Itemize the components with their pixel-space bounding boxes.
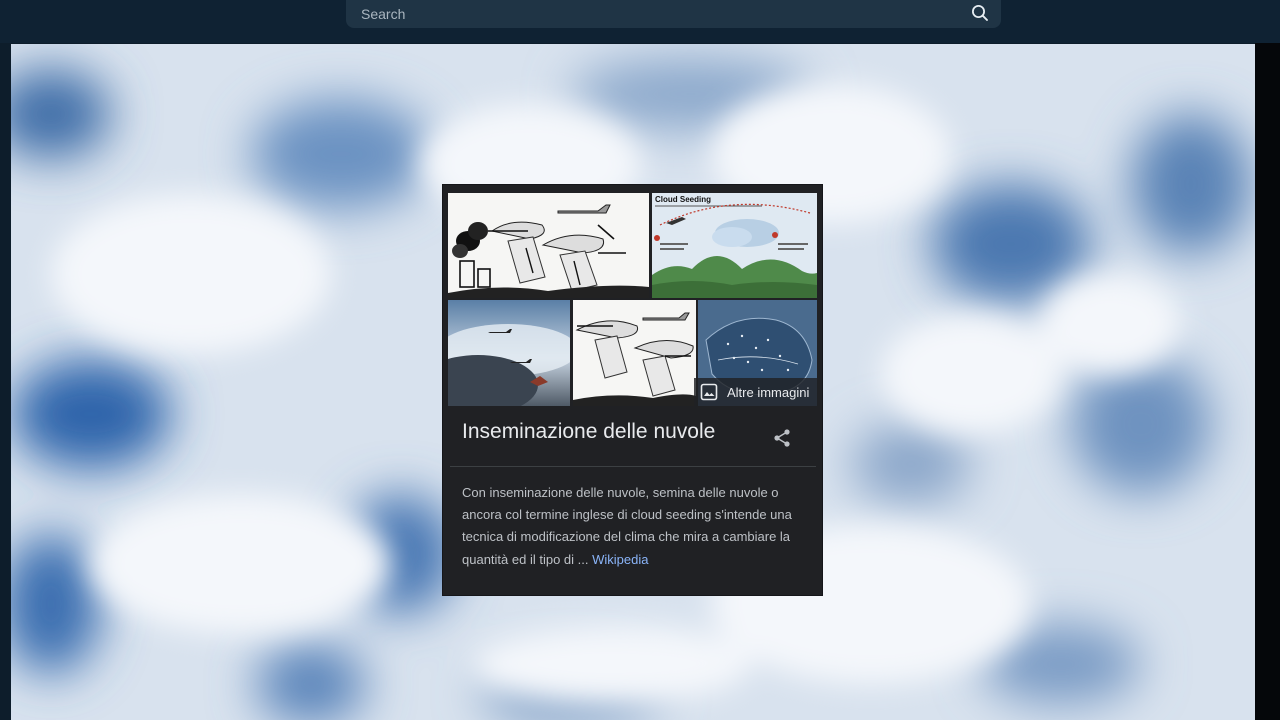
card-title: Inseminazione delle nuvole (462, 420, 716, 443)
card-divider (450, 466, 816, 467)
thumbnail-cloud-seeding-infographic[interactable]: Cloud Seeding (652, 193, 817, 298)
card-description-block: Con inseminazione delle nuvole, semina d… (462, 482, 802, 571)
search-input[interactable] (359, 5, 967, 23)
search-bar[interactable] (346, 0, 1001, 28)
more-images-label: Altre immagini (727, 384, 810, 400)
thumbnail-storm-cloud-airplane[interactable] (448, 300, 570, 406)
wikipedia-link[interactable]: Wikipedia (592, 552, 648, 567)
thumbnail-cloud-seeding-sketch[interactable] (573, 300, 696, 406)
share-icon[interactable] (772, 428, 792, 448)
search-icon[interactable] (971, 4, 989, 22)
more-images-button[interactable]: Altre immagini (694, 378, 818, 406)
infographic-heading: Cloud Seeding (655, 195, 711, 204)
image-icon (700, 383, 718, 401)
top-bar (0, 0, 1280, 43)
scrollbar-track[interactable] (1255, 43, 1280, 720)
thumbnail-cloud-seeding-diagram[interactable] (448, 193, 649, 298)
